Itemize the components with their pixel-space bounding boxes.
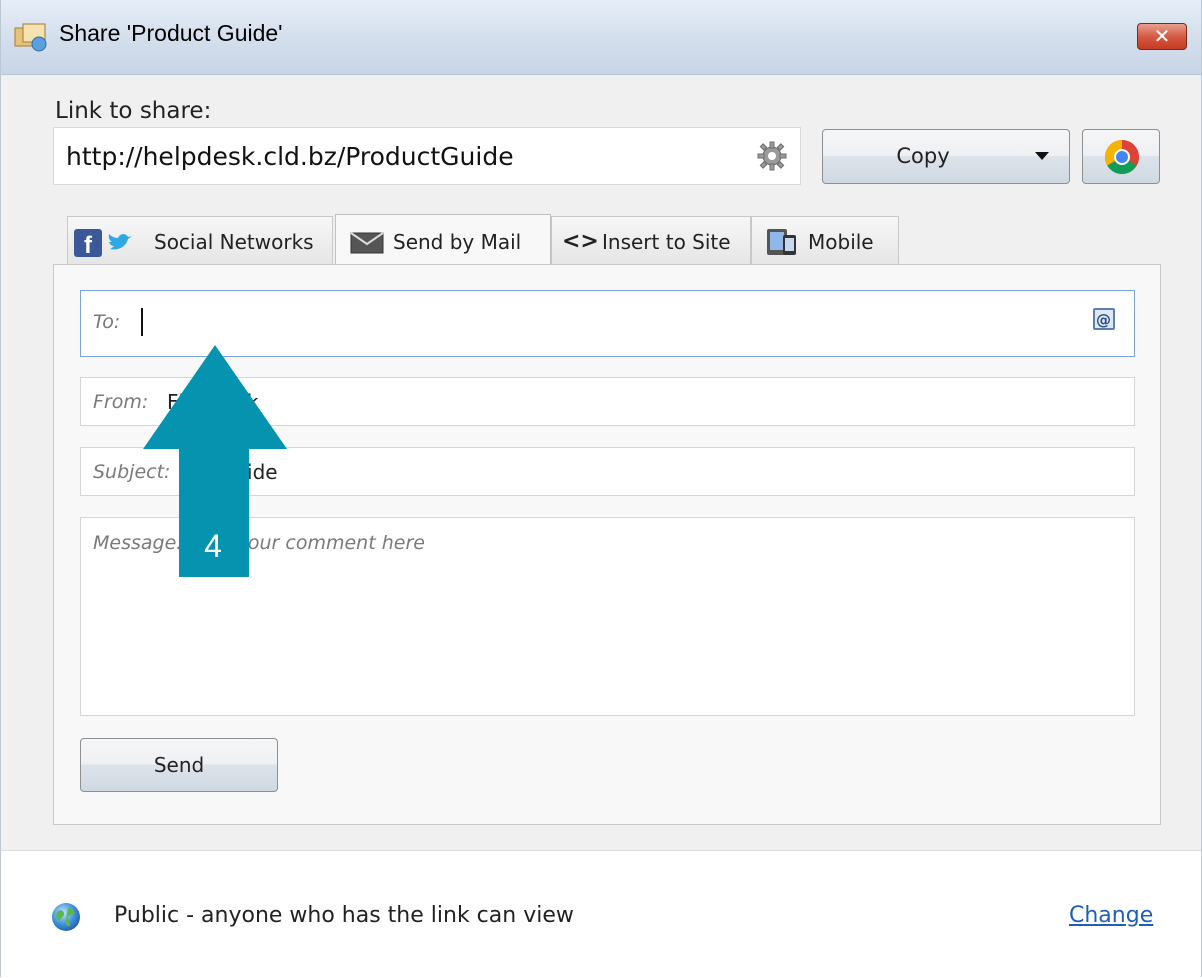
tab-label: Social Networks bbox=[154, 230, 314, 254]
to-label: To: bbox=[93, 311, 121, 333]
tab-label: Send by Mail bbox=[393, 230, 522, 254]
callout-number: 4 bbox=[204, 528, 222, 564]
globe-icon bbox=[52, 903, 80, 931]
close-button[interactable]: ✕ bbox=[1137, 23, 1187, 50]
copy-button-label: Copy bbox=[896, 144, 950, 168]
tab-label: Mobile bbox=[808, 230, 874, 254]
mobile-icon bbox=[767, 229, 796, 255]
open-in-browser-button[interactable] bbox=[1082, 129, 1160, 184]
change-privacy-link[interactable]: Change bbox=[1069, 903, 1153, 928]
gear-icon[interactable] bbox=[756, 140, 788, 172]
send-button[interactable]: Send bbox=[80, 738, 278, 792]
svg-text:f: f bbox=[84, 232, 93, 257]
app-icon bbox=[14, 23, 47, 52]
text-cursor bbox=[141, 308, 143, 336]
title-bar: Share 'Product Guide' ✕ bbox=[1, 0, 1201, 75]
from-label: From: bbox=[93, 391, 149, 413]
window-title: Share 'Product Guide' bbox=[59, 20, 283, 46]
link-label: Link to share: bbox=[55, 98, 212, 124]
facebook-twitter-icon: f bbox=[74, 229, 132, 257]
tab-label: Insert to Site bbox=[602, 230, 731, 254]
tab-send-by-mail[interactable]: Send by Mail bbox=[335, 214, 551, 266]
link-field[interactable]: http://helpdesk.cld.bz/ProductGuide bbox=[53, 127, 801, 185]
privacy-footer: Public - anyone who has the link can vie… bbox=[1, 850, 1201, 978]
link-url: http://helpdesk.cld.bz/ProductGuide bbox=[66, 142, 514, 171]
chevron-down-icon[interactable] bbox=[1035, 152, 1049, 160]
svg-text:@: @ bbox=[1096, 311, 1111, 329]
code-icon: <> bbox=[562, 229, 599, 254]
envelope-icon bbox=[350, 232, 384, 254]
address-book-icon[interactable]: @ bbox=[1093, 308, 1115, 330]
share-dialog: Share 'Product Guide' ✕ Link to share: h… bbox=[0, 0, 1202, 978]
copy-button[interactable]: Copy bbox=[822, 129, 1070, 184]
tab-social-networks[interactable]: f Social Networks bbox=[67, 216, 333, 266]
tab-mobile[interactable]: Mobile bbox=[751, 216, 899, 266]
tab-insert-to-site[interactable]: <> Insert to Site bbox=[551, 216, 751, 266]
chrome-icon bbox=[1105, 140, 1139, 174]
privacy-status: Public - anyone who has the link can vie… bbox=[114, 903, 574, 928]
